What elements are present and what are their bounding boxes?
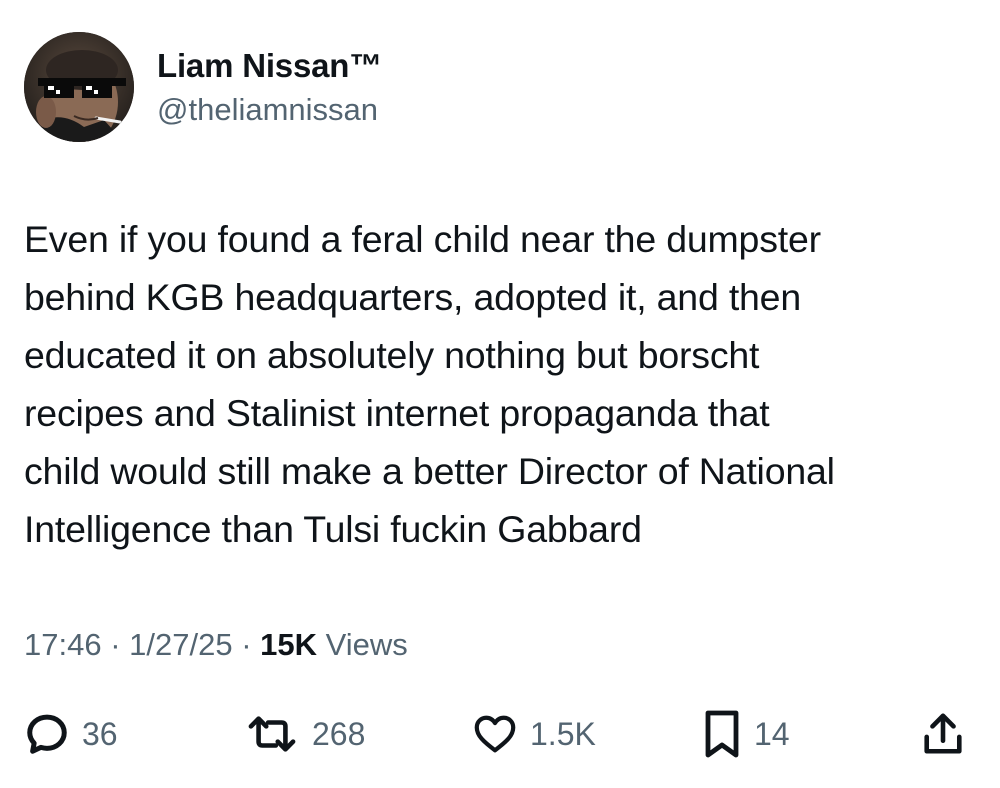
meta-separator: ·: [232, 627, 261, 662]
tweet-text-line: Intelligence than Tulsi fuckin Gabbard: [24, 508, 642, 550]
tweet-actions-bar: 36 268 1.5K 14: [0, 706, 1000, 762]
tweet-text-line: educated it on absolutely nothing but bo…: [24, 334, 760, 376]
reply-count: 36: [82, 715, 118, 752]
retweet-icon: [248, 716, 296, 752]
like-count: 1.5K: [530, 715, 596, 752]
tweet-text-line: recipes and Stalinist internet propagand…: [24, 392, 770, 434]
tweet-meta: 17:46 · 1/27/25 · 15K Views: [24, 627, 408, 663]
tweet-time[interactable]: 17:46: [24, 627, 102, 662]
bookmark-count: 14: [754, 715, 790, 752]
like-button[interactable]: 1.5K: [472, 706, 596, 762]
heart-icon: [474, 715, 516, 753]
share-icon: [924, 713, 962, 754]
tweet-text-line: child would still make a better Director…: [24, 450, 835, 492]
reply-button[interactable]: 36: [24, 706, 118, 762]
author-avatar[interactable]: [24, 32, 134, 142]
retweet-button[interactable]: 268: [244, 706, 365, 762]
tweet-text-line: behind KGB headquarters, adopted it, and…: [24, 276, 801, 318]
tweet-date[interactable]: 1/27/25: [129, 627, 232, 662]
tweet-text: Even if you found a feral child near the…: [24, 210, 984, 558]
tweet-text-line: Even if you found a feral child near the…: [24, 218, 821, 260]
views-label: Views: [317, 627, 408, 662]
share-button[interactable]: [920, 706, 966, 762]
reply-icon: [27, 714, 67, 754]
author-handle[interactable]: @theliamnissan: [157, 92, 378, 128]
avatar-photo: [24, 32, 134, 142]
meta-separator: ·: [101, 627, 130, 662]
author-display-name[interactable]: Liam Nissan™: [157, 47, 382, 85]
views-count: 15K: [260, 627, 318, 662]
tweet-card: Liam Nissan™ @theliamnissan Even if you …: [0, 0, 1000, 788]
retweet-count: 268: [312, 715, 366, 752]
bookmark-icon: [705, 710, 739, 758]
bookmark-button[interactable]: 14: [702, 706, 790, 762]
